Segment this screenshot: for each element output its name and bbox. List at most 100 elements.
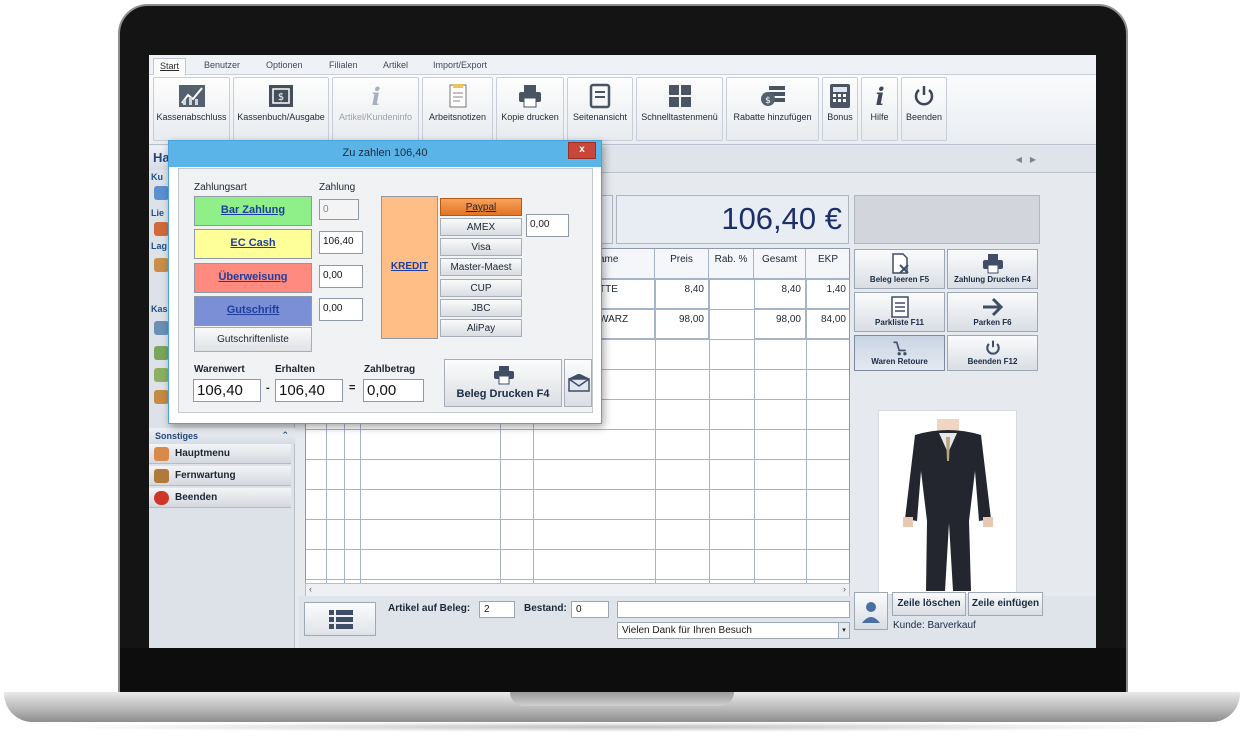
stock-icon[interactable] <box>154 258 169 272</box>
rabatte-button[interactable]: $ Rabatte hinzufügen <box>726 77 819 141</box>
zahlung-drucken-button[interactable]: Zahlung Drucken F4 <box>947 249 1038 289</box>
card-paypal-button[interactable]: Paypal <box>440 198 522 216</box>
card-alipay-button[interactable]: AliPay <box>440 319 522 337</box>
table-cell-preis[interactable]: 98,00 <box>655 309 709 339</box>
waren-retoure-button[interactable]: Waren Retoure <box>854 335 945 371</box>
sidebar-item-label: Beenden <box>175 492 218 503</box>
ec-cash-field[interactable]: 106,40 <box>319 231 363 254</box>
ec-cash-button[interactable]: EC Cash <box>194 229 312 259</box>
artikel-kundeninfo-button[interactable]: i Artikel/Kundeninfo <box>332 77 419 141</box>
tab-optionen[interactable]: Optionen <box>260 58 309 75</box>
bar-zahlung-field[interactable]: 0 <box>319 199 359 220</box>
column-header-gesamt[interactable]: Gesamt <box>754 249 806 279</box>
customer-icon[interactable] <box>154 186 169 200</box>
beenden-f12-button[interactable]: Beenden F12 <box>947 335 1038 371</box>
card-visa-button[interactable]: Visa <box>440 238 522 256</box>
beleg-leeren-button[interactable]: Beleg leeren F5 <box>854 249 945 289</box>
kassenbuch-button[interactable]: $ Kassenbuch/Ausgabe <box>233 77 329 141</box>
table-cell-name[interactable]: WARZ <box>595 309 655 339</box>
table-cell-name[interactable]: TTE <box>595 279 655 309</box>
minus-sign: - <box>266 382 270 394</box>
parken-button[interactable]: Parken F6 <box>947 292 1038 332</box>
beenden-button[interactable]: Beenden <box>901 77 947 141</box>
app-window: Start Benutzer Optionen Filialen Artikel… <box>149 55 1096 648</box>
kopie-drucken-button[interactable]: Kopie drucken <box>496 77 564 141</box>
bestand-field[interactable]: 0 <box>571 601 609 618</box>
archive-icon[interactable] <box>154 390 169 404</box>
collapse-icon[interactable]: ⌃ <box>281 430 289 441</box>
artikel-count-field[interactable]: 2 <box>479 601 515 618</box>
svg-text:$: $ <box>765 96 771 106</box>
table-cell-ekp[interactable]: 84,00 <box>806 309 849 339</box>
zahlung-label: Zahlung <box>319 182 356 193</box>
schnelltastenmenu-button[interactable]: Schnelltastenmenü <box>636 77 723 141</box>
printer-icon <box>982 254 1003 274</box>
svg-text:$: $ <box>278 92 284 103</box>
email-button[interactable] <box>564 359 592 407</box>
tab-artikel[interactable]: Artikel <box>377 58 414 75</box>
list-view-button[interactable] <box>304 602 376 636</box>
seitenansicht-label: Seitenansicht <box>572 112 628 122</box>
card-master-maestro-button[interactable]: Master-Maest <box>440 258 522 276</box>
erhalten-field[interactable]: 106,40 <box>275 379 343 402</box>
kredit-button[interactable]: KREDIT <box>381 196 438 339</box>
hilfe-button[interactable]: i Hilfe <box>861 77 898 141</box>
ueberweisung-button[interactable]: Überweisung <box>194 263 312 293</box>
parkliste-button[interactable]: Parkliste F11 <box>854 292 945 332</box>
info-icon: i <box>371 83 380 109</box>
gutschriftenliste-button[interactable]: Gutschriftenliste <box>194 327 312 352</box>
tab-filialen[interactable]: Filialen <box>323 58 364 75</box>
supplier-icon[interactable] <box>154 222 169 236</box>
table-cell-gesamt[interactable]: 98,00 <box>754 309 806 339</box>
kassenabschluss-button[interactable]: Kassenabschluss <box>153 77 230 141</box>
table-cell-gesamt[interactable]: 8,40 <box>754 279 806 309</box>
zeile-einfuegen-button[interactable]: Zeile einfügen <box>968 592 1043 616</box>
sidebar-item-hauptmenu[interactable]: Hauptmenu <box>149 444 291 464</box>
calculator-icon <box>830 84 850 108</box>
bonus-label: Bonus <box>827 112 853 122</box>
warenwert-field[interactable]: 106,40 <box>193 379 261 402</box>
notes-field[interactable] <box>617 601 850 618</box>
cash-icon[interactable] <box>154 346 169 360</box>
column-header-rabatt[interactable]: Rab. % <box>709 249 754 279</box>
tab-benutzer[interactable]: Benutzer <box>198 58 246 75</box>
return-cart-icon <box>892 341 907 356</box>
table-cell-ekp[interactable]: 1,40 <box>806 279 849 309</box>
zahlbetrag-field[interactable]: 0,00 <box>363 379 424 402</box>
card-cup-button[interactable]: CUP <box>440 279 522 297</box>
dialog-body: Zahlungsart Zahlung Bar Zahlung 0 EC Cas… <box>178 168 593 413</box>
seitenansicht-button[interactable]: Seitenansicht <box>567 77 633 141</box>
table-cell-preis[interactable]: 8,40 <box>655 279 709 309</box>
scroll-left-icon[interactable]: ‹ <box>309 584 312 594</box>
scroll-right-icon[interactable]: › <box>843 584 846 594</box>
zeile-loeschen-button[interactable]: Zeile löschen <box>892 592 966 616</box>
card-amex-button[interactable]: AMEX <box>440 218 522 236</box>
arbeitsnotizen-button[interactable]: Arbeitsnotizen <box>422 77 493 141</box>
erhalten-label: Erhalten <box>275 364 316 375</box>
horizontal-scrollbar[interactable]: ‹ › <box>305 583 850 597</box>
tab-import-export[interactable]: Import/Export <box>427 58 493 75</box>
customer-button[interactable] <box>854 592 888 630</box>
footer-message-select[interactable]: Vielen Dank für Ihren Besuch ▾ <box>617 622 850 639</box>
bar-zahlung-button[interactable]: Bar Zahlung <box>194 196 312 226</box>
tab-scroll-arrows[interactable]: ◀▶ <box>1016 155 1044 164</box>
gutschrift-button[interactable]: Gutschrift <box>194 296 312 326</box>
beleg-drucken-button[interactable]: Beleg Drucken F4 <box>444 359 562 407</box>
tab-start[interactable]: Start <box>153 58 187 75</box>
gutschrift-field[interactable]: 0,00 <box>319 298 363 321</box>
report-icon[interactable] <box>154 368 169 382</box>
register-icon[interactable] <box>154 321 169 335</box>
ueberweisung-field[interactable]: 0,00 <box>319 265 363 288</box>
chevron-down-icon[interactable]: ▾ <box>838 623 849 638</box>
sidebar-item-beenden[interactable]: Beenden <box>149 488 291 508</box>
sidebar-item-fernwartung[interactable]: Fernwartung <box>149 466 291 486</box>
card-jbc-button[interactable]: JBC <box>440 299 522 317</box>
column-header-preis[interactable]: Preis <box>655 249 709 279</box>
warenwert-label: Warenwert <box>194 364 245 375</box>
close-button[interactable]: x <box>568 142 596 159</box>
sidebar-item-label: Fernwartung <box>175 470 236 481</box>
column-header-ekp[interactable]: EKP <box>806 249 849 279</box>
bonus-button[interactable]: Bonus <box>822 77 858 141</box>
column-header-name[interactable]: ame <box>595 249 655 279</box>
card-amount-field[interactable]: 0,00 <box>526 214 569 237</box>
